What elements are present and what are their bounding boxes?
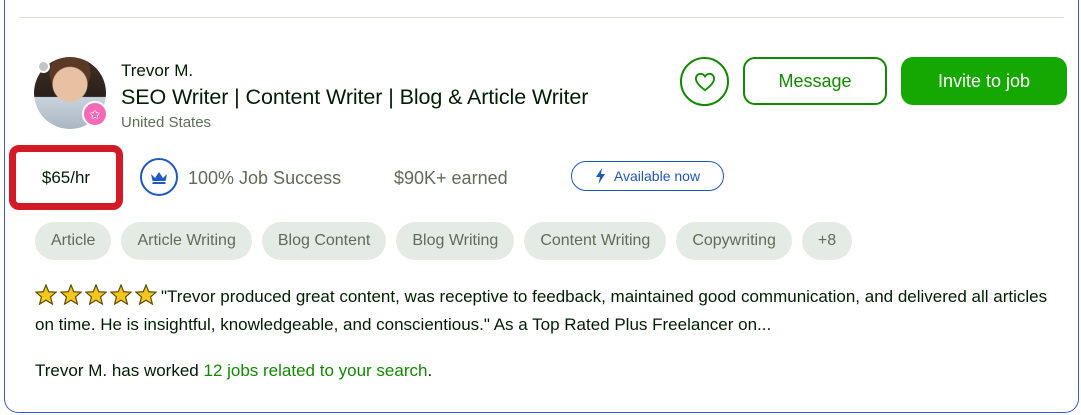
offline-status-dot	[37, 60, 50, 73]
freelancer-location: United States	[121, 114, 212, 131]
review-text: "Trevor produced great content, was rece…	[35, 287, 1048, 334]
message-button[interactable]: Message	[743, 57, 887, 105]
lightning-icon	[595, 168, 605, 184]
star-icon	[35, 284, 57, 305]
related-jobs-line: Trevor M. has worked 12 jobs related to …	[35, 361, 432, 381]
avatar[interactable]: ✩	[34, 57, 108, 131]
availability-badge: Available now	[571, 161, 724, 191]
skill-chip[interactable]: Article Writing	[121, 222, 252, 260]
skill-chip[interactable]: Blog Content	[261, 222, 387, 260]
hourly-rate: $65/hr	[41, 167, 91, 187]
freelancer-name[interactable]: Trevor M.	[121, 61, 193, 81]
skill-chip[interactable]: Article	[35, 222, 112, 260]
more-skills-chip[interactable]: +8	[801, 222, 853, 260]
review-snippet: "Trevor produced great content, was rece…	[35, 283, 1050, 339]
related-jobs-prefix: Trevor M. has worked	[35, 361, 204, 380]
hourly-rate-highlight: $65/hr	[9, 145, 123, 210]
save-freelancer-button[interactable]	[680, 57, 729, 106]
divider	[19, 17, 1064, 18]
related-jobs-link[interactable]: 12 jobs related to your search	[203, 361, 427, 380]
star-icon	[135, 284, 157, 305]
skills-list: Article Article Writing Blog Content Blo…	[35, 222, 853, 260]
heart-icon	[694, 72, 715, 91]
star-icon	[110, 284, 132, 305]
total-earned: $90K+ earned	[394, 168, 508, 188]
skill-chip[interactable]: Content Writing	[524, 222, 667, 260]
skill-chip[interactable]: Copywriting	[676, 222, 792, 260]
related-jobs-suffix: .	[427, 361, 433, 380]
job-success-score: 100% Job Success	[188, 168, 342, 188]
freelancer-card[interactable]: ✩ Trevor M. SEO Writer | Content Writer …	[4, 0, 1079, 413]
skill-chip[interactable]: Blog Writing	[396, 222, 515, 260]
star-icon	[60, 284, 82, 305]
star-icon	[85, 284, 107, 305]
freelancer-title[interactable]: SEO Writer | Content Writer | Blog & Art…	[121, 85, 588, 110]
job-success-crown-icon	[140, 158, 178, 196]
invite-to-job-button[interactable]: Invite to job	[901, 57, 1067, 105]
rating-stars	[35, 284, 157, 305]
availability-label: Available now	[613, 168, 701, 184]
top-rated-plus-badge-icon: ✩	[82, 101, 108, 127]
